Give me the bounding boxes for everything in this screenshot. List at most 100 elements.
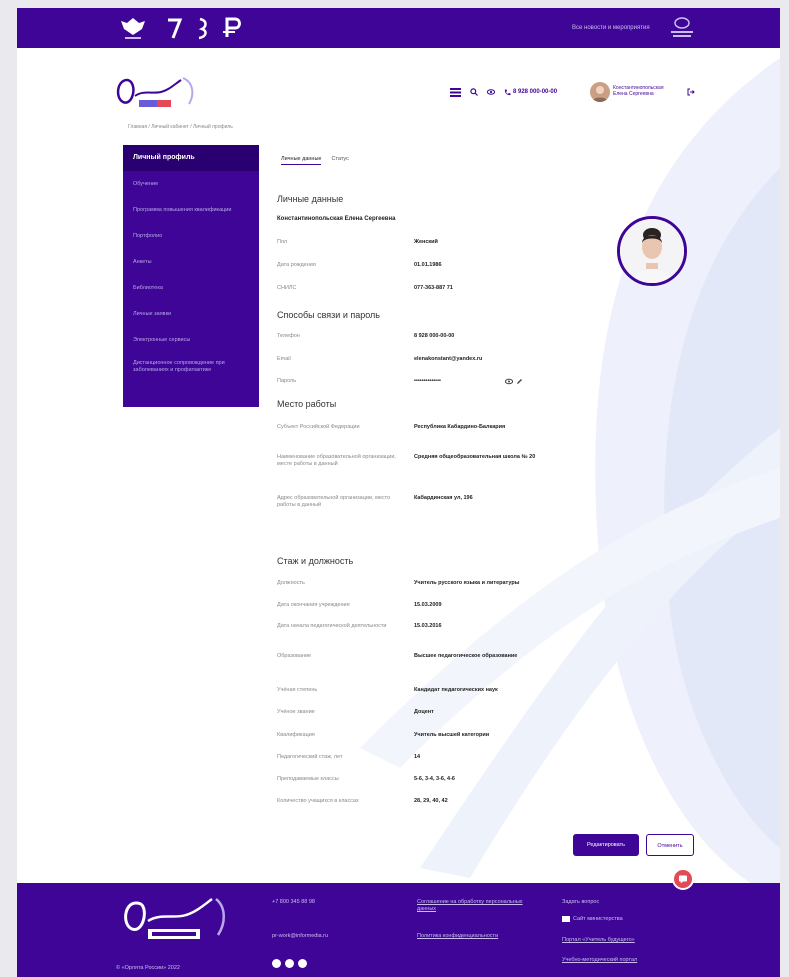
field-value: 14 (414, 754, 421, 760)
footer-copyright: © «Орлята России» 2022 (116, 965, 180, 971)
tab-personal[interactable]: Личные данные (281, 156, 322, 165)
field-value: Кабардинская ул, 196 (414, 495, 473, 501)
sidebar-item-support[interactable]: Дистанционное сопровождение при заболева… (123, 353, 259, 383)
sidebar: Личный профиль Обучение Программа повыше… (123, 145, 259, 407)
telegram-icon[interactable] (285, 959, 294, 968)
password-value: •••••••••••••• (414, 378, 441, 384)
topbar-link[interactable]: Все новости и мероприятия (572, 25, 650, 31)
page: Все новости и мероприятия 8 928 000-00-0… (17, 8, 780, 977)
phone-icon (504, 89, 511, 95)
ministry-emblem-icon[interactable] (117, 15, 149, 41)
sidebar-item-portfolio[interactable]: Портфолио (123, 223, 259, 249)
user-avatar[interactable] (590, 82, 610, 102)
header-actions: 8 928 000-00-00 (450, 85, 557, 99)
partner-logo-7-icon[interactable] (165, 15, 183, 41)
field-label: Пол (277, 239, 288, 245)
menu-icon[interactable] (450, 87, 461, 97)
user-fullname: Константинопольская Елена Сергеевна (277, 216, 396, 222)
field-value: 28, 29, 40, 42 (414, 798, 448, 804)
field-value: 15.03.2009 (414, 602, 442, 608)
field-value: 8 928 000-00-00 (414, 333, 455, 339)
field-value: Средняя общеобразовательная школа № 20 (414, 454, 536, 460)
profile-photo[interactable] (617, 216, 687, 286)
accessibility-eye-icon[interactable] (487, 88, 495, 96)
footer-link-privacy[interactable]: Политика конфиденциальности (417, 933, 542, 939)
field-label: Образование (277, 653, 312, 659)
field-value: Женский (414, 239, 438, 245)
header-phone: 8 928 000-00-00 (513, 89, 558, 95)
footer-methodical-portal[interactable]: Учебно-методический портал (562, 957, 637, 963)
footer-ministry-site-label: Сайт министерства (573, 916, 623, 922)
sidebar-item-learning[interactable]: Обучение (123, 171, 259, 197)
footer-link-agreement[interactable]: Соглашение на обработку персональных дан… (417, 899, 542, 913)
field-value: elenakonstant@yandex.ru (414, 356, 483, 362)
field-label: Адрес образовательной организации, место… (277, 495, 391, 508)
field-label: Телефон (277, 333, 300, 339)
footer-orlyata-logo[interactable] (120, 895, 232, 947)
footer-social-links (272, 959, 311, 970)
footer: © «Орлята России» 2022 +7 800 345 88 98 … (17, 883, 780, 977)
field-value: Кандидат педагогических наук (414, 687, 498, 693)
edit-pencil-icon[interactable] (516, 378, 523, 385)
field-label: Субъект Российской Федерации (277, 424, 360, 430)
orlyata-logo[interactable] (113, 74, 205, 114)
field-label: Наименование образовательной организации… (277, 454, 396, 467)
cancel-button[interactable]: Отменить (646, 834, 694, 856)
field-label: Дата окончания учреждения (277, 602, 350, 608)
vk-icon[interactable] (272, 959, 281, 968)
field-label: Email (277, 356, 291, 362)
scroll-up-button[interactable] (672, 868, 694, 890)
sidebar-item-profile[interactable]: Личный профиль (123, 145, 259, 171)
field-label: Дата рождения (277, 262, 316, 268)
partner-logo-p-icon[interactable] (221, 15, 245, 41)
field-label: Квалификация (277, 732, 315, 738)
footer-email[interactable]: pr-work@informedia.ru (272, 933, 328, 939)
section-title-contacts: Способы связи и пароль (277, 310, 380, 320)
section-title-personal: Личные данные (277, 194, 344, 204)
profile-tabs: Личные данные Статус (281, 156, 349, 165)
phone-link[interactable]: 8 928 000-00-00 (504, 89, 557, 96)
sidebar-item-qualification[interactable]: Программа повышения квалификации (123, 197, 259, 223)
chat-icon (679, 875, 687, 884)
sidebar-item-surveys[interactable]: Анкеты (123, 249, 259, 275)
logout-icon[interactable] (687, 88, 695, 96)
field-value: 01.01.1986 (414, 262, 442, 268)
field-value: Доцент (414, 709, 434, 715)
field-label: Учёная степень (277, 687, 318, 693)
field-label: Учёное звание (277, 709, 315, 715)
sidebar-item-library[interactable]: Библиотека (123, 275, 259, 301)
flag-icon (562, 916, 570, 922)
footer-teacher-portal[interactable]: Портал «Учитель будущего» (562, 937, 635, 943)
ok-icon[interactable] (298, 959, 307, 968)
field-label: Преподаваемые классы (277, 776, 339, 782)
top-partners-bar: Все новости и мероприятия (17, 8, 780, 48)
field-label: Педагогический стаж, лет (277, 754, 343, 760)
partner-right-logo-icon[interactable] (668, 15, 696, 41)
field-label: Дата начала педагогической деятельности (277, 623, 387, 629)
footer-ministry-site[interactable]: Сайт министерства (562, 916, 623, 922)
field-value: Республика Кабардино-Балкария (414, 424, 506, 430)
sidebar-item-requests[interactable]: Личные заявки (123, 301, 259, 327)
field-value: Учитель русского языка и литературы (414, 580, 520, 586)
field-label: Пароль (277, 378, 297, 384)
edit-profile-button[interactable]: Редактировать (573, 834, 639, 856)
profile-photo-image (620, 219, 684, 283)
field-value: 15.03.2016 (414, 623, 442, 629)
field-value: 077-363-887 71 (414, 285, 453, 291)
footer-ask-question[interactable]: Задать вопрос (562, 899, 599, 905)
background-feather-art (360, 58, 780, 898)
search-icon[interactable] (470, 88, 478, 96)
partner-logo-figure-icon[interactable] (194, 15, 214, 41)
field-label: Количество учащихся в классах (277, 798, 359, 804)
show-password-eye-icon[interactable] (505, 378, 513, 385)
field-value: 5-6, 3-4, 3-6, 4-6 (414, 776, 455, 782)
avatar-image (592, 86, 608, 102)
field-value: Высшее педагогическое образование (414, 653, 518, 659)
field-label: Должность (277, 580, 305, 586)
section-title-work: Место работы (277, 399, 337, 409)
section-title-position: Стаж и должность (277, 556, 354, 566)
tab-status[interactable]: Статус (331, 156, 348, 165)
footer-phone[interactable]: +7 800 345 88 98 (272, 899, 315, 905)
breadcrumb[interactable]: Главная / Личный кабинет / Личный профил… (128, 124, 233, 130)
sidebar-item-services[interactable]: Электронные сервисы (123, 327, 259, 353)
